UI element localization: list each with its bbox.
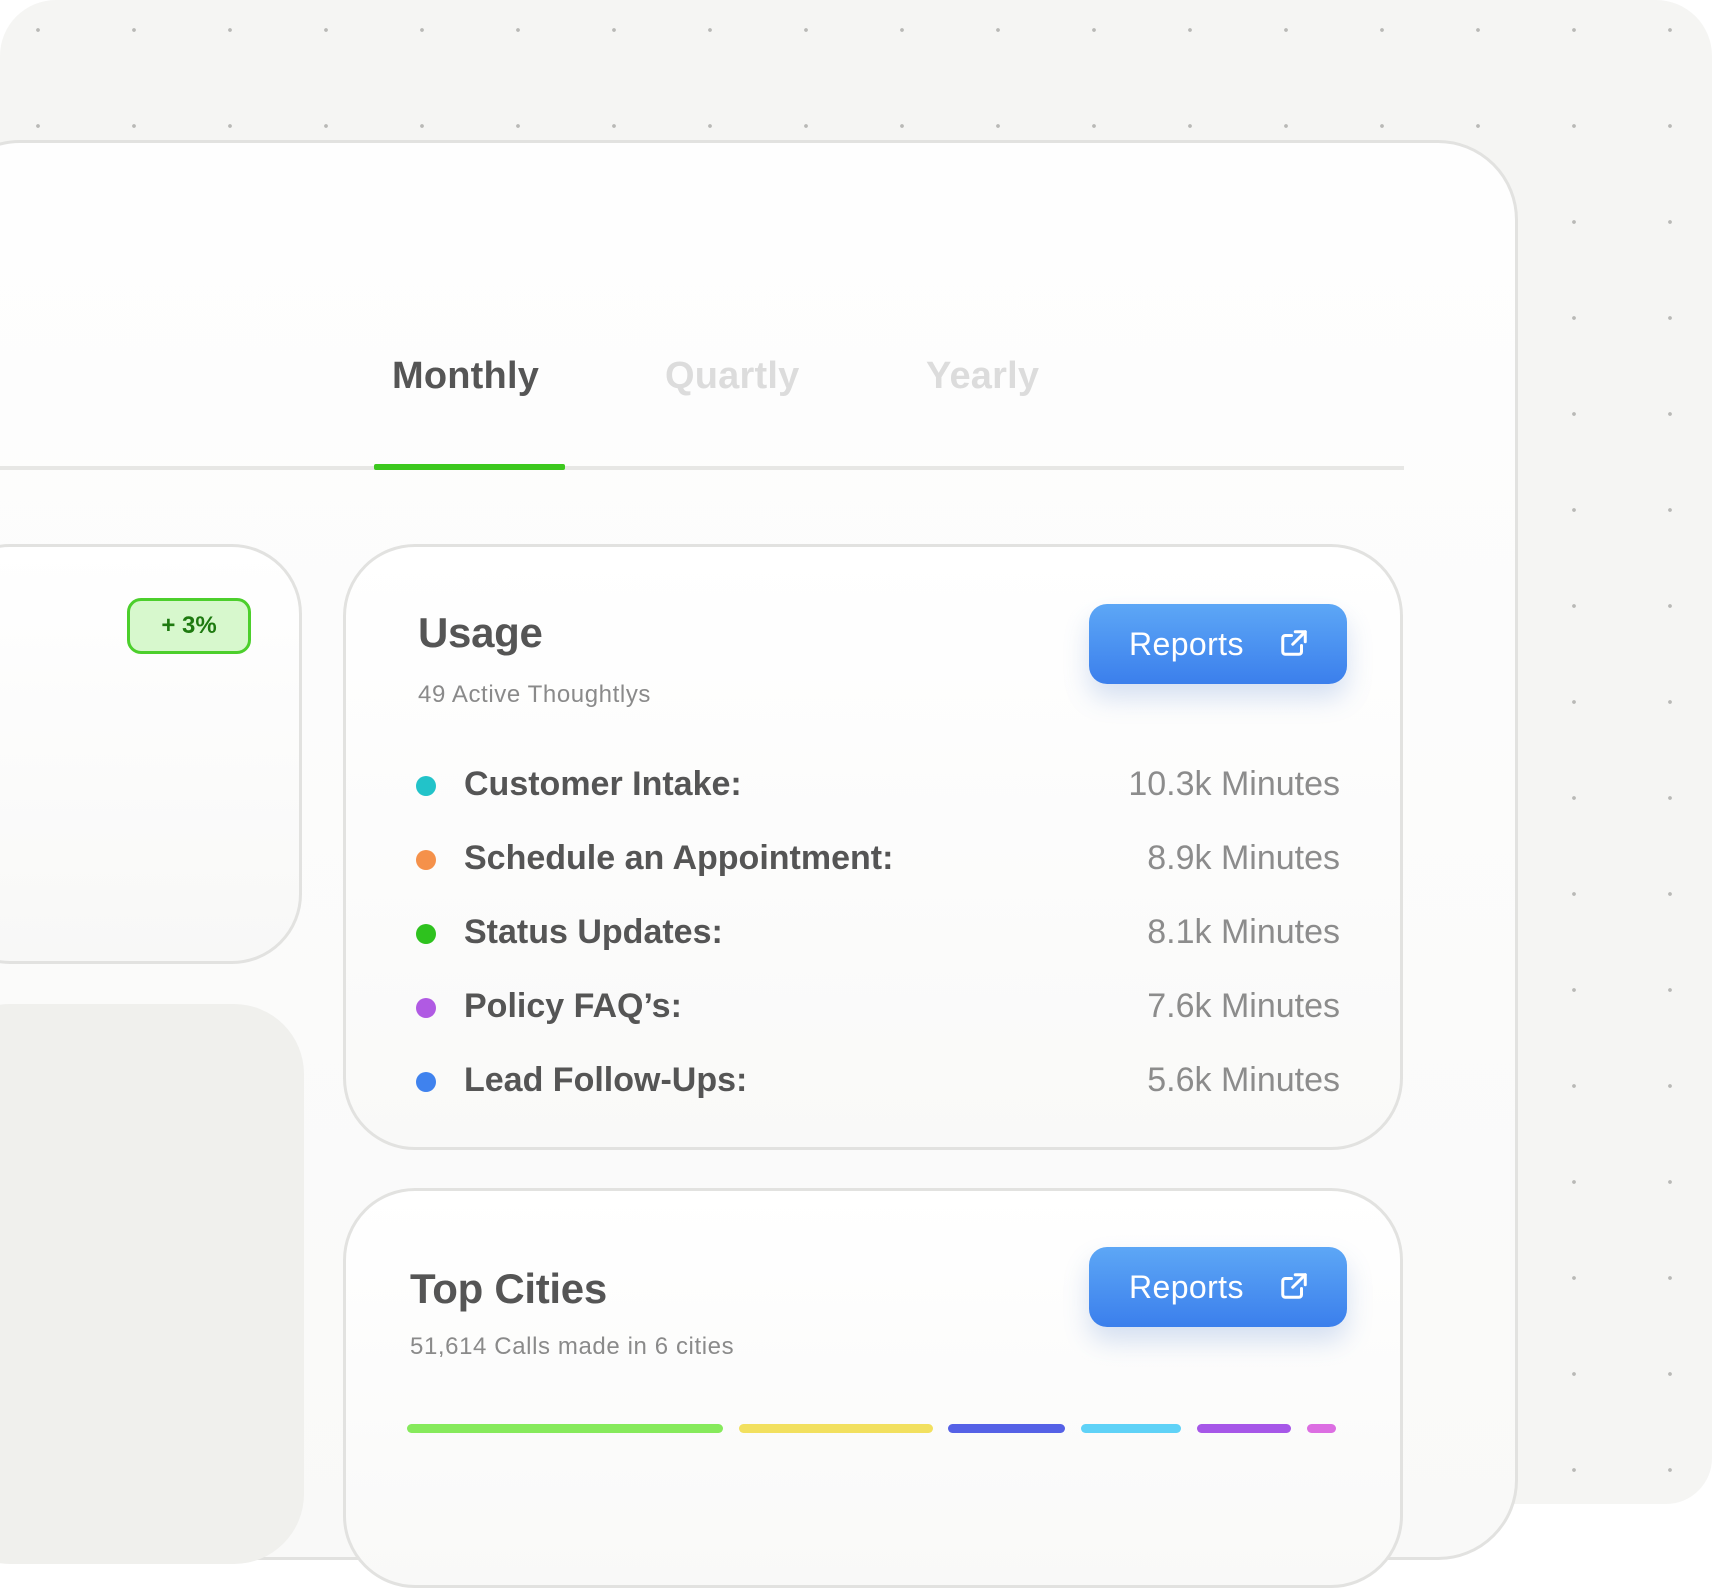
city-bar-segment-2 <box>739 1424 933 1433</box>
usage-row: Customer Intake: 10.3k Minutes <box>346 761 1406 811</box>
tab-yearly[interactable]: Yearly <box>926 355 1039 398</box>
usage-row: Lead Follow-Ups: 5.6k Minutes <box>346 1057 1406 1107</box>
usage-row-label: Schedule an Appointment: <box>464 839 894 877</box>
usage-title: Usage <box>418 609 543 656</box>
usage-row-value: 7.6k Minutes <box>1147 987 1340 1025</box>
usage-row: Schedule an Appointment: 8.9k Minutes <box>346 835 1406 885</box>
change-badge: + 3% <box>127 598 251 654</box>
period-tabs: Monthly Quartly Yearly <box>0 330 1404 472</box>
usage-row-value: 8.9k Minutes <box>1147 839 1340 877</box>
usage-row-label: Status Updates: <box>464 913 723 951</box>
usage-row: Policy FAQ’s: 7.6k Minutes <box>346 983 1406 1033</box>
city-bar-segment-5 <box>1197 1424 1291 1433</box>
usage-row-value: 10.3k Minutes <box>1128 765 1340 803</box>
legend-dot <box>416 850 436 870</box>
top-cities-subtitle: 51,614 Calls made in 6 cities <box>410 1333 735 1360</box>
tab-monthly[interactable]: Monthly <box>392 355 539 398</box>
legend-dot <box>416 776 436 796</box>
city-bar-segment-1 <box>407 1424 723 1433</box>
reports-button-label: Reports <box>1129 1268 1244 1305</box>
city-bar-segment-4 <box>1081 1424 1181 1433</box>
top-cities-reports-button[interactable]: Reports <box>1089 1247 1347 1327</box>
external-link-icon <box>1281 1273 1307 1299</box>
usage-subtitle: 49 Active Thoughtlys <box>418 681 652 708</box>
top-cities-title: Top Cities <box>410 1265 607 1312</box>
usage-row-label: Customer Intake: <box>464 765 742 803</box>
legend-dot <box>416 1072 436 1092</box>
reports-button-label: Reports <box>1129 625 1244 662</box>
usage-row-value: 5.6k Minutes <box>1147 1061 1340 1099</box>
city-bar-segment-3 <box>948 1424 1065 1433</box>
city-bar-segment-6 <box>1307 1424 1336 1433</box>
usage-reports-button[interactable]: Reports <box>1089 604 1347 684</box>
secondary-card <box>0 1004 304 1564</box>
usage-row-label: Lead Follow-Ups: <box>464 1061 748 1099</box>
top-cities-card: Top Cities 51,614 Calls made in 6 cities… <box>343 1188 1403 1588</box>
tab-divider <box>0 466 1404 470</box>
usage-row-label: Policy FAQ’s: <box>464 987 682 1025</box>
legend-dot <box>416 924 436 944</box>
external-link-icon <box>1281 630 1307 656</box>
usage-row-value: 8.1k Minutes <box>1147 913 1340 951</box>
legend-dot <box>416 998 436 1018</box>
active-tab-indicator <box>374 464 565 470</box>
tab-quarterly[interactable]: Quartly <box>665 355 799 398</box>
usage-row: Status Updates: 8.1k Minutes <box>346 909 1406 959</box>
usage-card: Usage 49 Active Thoughtlys Reports Custo… <box>343 544 1403 1150</box>
